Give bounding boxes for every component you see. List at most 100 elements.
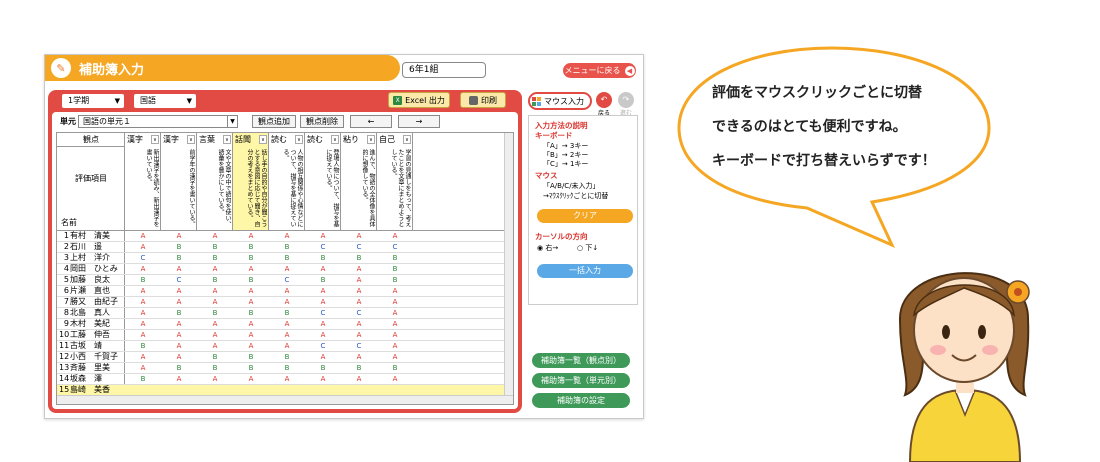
grade-cell[interactable]: B [319, 363, 327, 373]
grade-cell[interactable]: B [211, 352, 219, 362]
grade-cell[interactable]: A [391, 319, 399, 329]
grade-cell[interactable]: A [211, 264, 219, 274]
grade-cell[interactable]: A [391, 308, 399, 318]
grade-cell[interactable]: A [355, 297, 363, 307]
grade-cell[interactable]: A [355, 231, 363, 241]
grade-cell[interactable]: A [139, 308, 147, 318]
grade-cell[interactable]: B [247, 253, 255, 263]
grade-cell[interactable]: A [355, 319, 363, 329]
chevron-down-icon[interactable]: ∨ [223, 135, 231, 144]
grade-cell[interactable]: B [247, 308, 255, 318]
grade-cell[interactable]: A [319, 319, 327, 329]
settings-button[interactable]: 補助簿の設定 [532, 393, 630, 408]
grade-cell[interactable]: B [247, 242, 255, 252]
grade-cell[interactable]: A [319, 352, 327, 362]
grade-cell[interactable]: A [175, 286, 183, 296]
grade-cell[interactable]: A [139, 297, 147, 307]
chevron-down-icon[interactable]: ∨ [295, 135, 303, 144]
grade-cell[interactable]: A [283, 319, 291, 329]
chevron-down-icon[interactable]: ∨ [367, 135, 375, 144]
grade-cell[interactable]: A [283, 374, 291, 384]
grade-cell[interactable]: A [175, 319, 183, 329]
grade-cell[interactable]: C [355, 242, 363, 252]
grade-cell[interactable]: A [355, 264, 363, 274]
grade-cell[interactable]: B [391, 275, 399, 285]
grade-cell[interactable]: C [319, 308, 327, 318]
grade-cell[interactable]: B [283, 352, 291, 362]
chevron-down-icon[interactable]: ∨ [151, 135, 159, 144]
grade-cell[interactable]: A [247, 319, 255, 329]
grade-cell[interactable]: B [391, 253, 399, 263]
grade-cell[interactable]: A [211, 341, 219, 351]
grade-cell[interactable]: B [139, 341, 147, 351]
grade-cell[interactable]: A [247, 264, 255, 274]
grade-cell[interactable]: A [247, 374, 255, 384]
grade-cell[interactable]: B [391, 264, 399, 274]
add-point-button[interactable]: 観点追加 [252, 115, 296, 128]
grade-cell[interactable]: A [391, 231, 399, 241]
grade-cell[interactable]: A [355, 286, 363, 296]
grade-cell[interactable]: A [247, 330, 255, 340]
grade-cell[interactable]: B [211, 308, 219, 318]
clear-button[interactable]: クリア [537, 209, 633, 223]
grade-cell[interactable]: A [139, 352, 147, 362]
horizontal-scrollbar[interactable] [57, 395, 513, 404]
unit-select[interactable]: 国語の単元１ ▼ [78, 115, 238, 128]
grade-cell[interactable]: A [247, 341, 255, 351]
grade-cell[interactable]: B [211, 275, 219, 285]
column-header[interactable]: 読む ∨ [305, 133, 341, 147]
next-point-button[interactable]: → [398, 115, 440, 128]
grade-cell[interactable]: A [139, 231, 147, 241]
grade-cell[interactable]: A [319, 264, 327, 274]
grade-cell[interactable]: B [175, 363, 183, 373]
grade-cell[interactable]: A [355, 330, 363, 340]
column-header[interactable]: 言葉 ∨ [197, 133, 233, 147]
column-header[interactable]: 粘り ∨ [341, 133, 377, 147]
grade-cell[interactable]: A [211, 319, 219, 329]
column-header[interactable]: 読む ∨ [269, 133, 305, 147]
grade-cell[interactable]: B [139, 374, 147, 384]
list-by-unit-button[interactable]: 補助簿一覧（単元別） [532, 373, 630, 388]
grade-cell[interactable]: A [355, 275, 363, 285]
grade-cell[interactable]: A [211, 330, 219, 340]
grade-cell[interactable]: A [283, 231, 291, 241]
grade-cell[interactable]: C [355, 341, 363, 351]
grade-cell[interactable]: A [319, 297, 327, 307]
grade-cell[interactable]: A [139, 286, 147, 296]
grade-cell[interactable]: A [283, 286, 291, 296]
grade-cell[interactable]: A [391, 286, 399, 296]
bulk-input-button[interactable]: 一括入力 [537, 264, 633, 278]
grade-cell[interactable]: A [355, 374, 363, 384]
grade-cell[interactable]: A [391, 374, 399, 384]
grade-cell[interactable]: A [211, 374, 219, 384]
back-to-menu-button[interactable]: メニューに戻る ◀ [563, 63, 636, 78]
grade-cell[interactable]: B [355, 363, 363, 373]
grade-cell[interactable]: A [391, 297, 399, 307]
grade-cell[interactable]: B [175, 242, 183, 252]
grade-cell[interactable]: A [175, 374, 183, 384]
chevron-down-icon[interactable]: ∨ [331, 135, 339, 144]
semester-select[interactable]: 1学期 ▼ [62, 94, 124, 108]
cursor-right-radio[interactable]: ◉ 右→ [537, 243, 558, 253]
grade-cell[interactable]: A [355, 352, 363, 362]
grade-cell[interactable]: A [319, 330, 327, 340]
list-by-point-button[interactable]: 補助簿一覧（観点別） [532, 353, 630, 368]
vertical-scrollbar[interactable] [504, 133, 513, 404]
column-header[interactable]: 話聞 ∨ [233, 133, 269, 147]
grade-cell[interactable]: A [211, 231, 219, 241]
grade-cell[interactable]: B [211, 253, 219, 263]
prev-point-button[interactable]: ← [350, 115, 392, 128]
grade-cell[interactable]: A [319, 231, 327, 241]
grade-cell[interactable]: B [139, 275, 147, 285]
grade-cell[interactable]: A [283, 330, 291, 340]
chevron-down-icon[interactable]: ∨ [403, 135, 411, 144]
grade-cell[interactable]: B [319, 253, 327, 263]
grade-cell[interactable]: C [319, 341, 327, 351]
grade-cell[interactable]: B [283, 363, 291, 373]
grade-cell[interactable]: B [211, 363, 219, 373]
grade-cell[interactable]: C [139, 253, 147, 263]
mouse-input-button[interactable]: マウス入力 [528, 92, 592, 110]
grade-cell[interactable]: C [391, 242, 399, 252]
chevron-down-icon[interactable]: ∨ [259, 135, 267, 144]
grade-cell[interactable]: C [319, 242, 327, 252]
